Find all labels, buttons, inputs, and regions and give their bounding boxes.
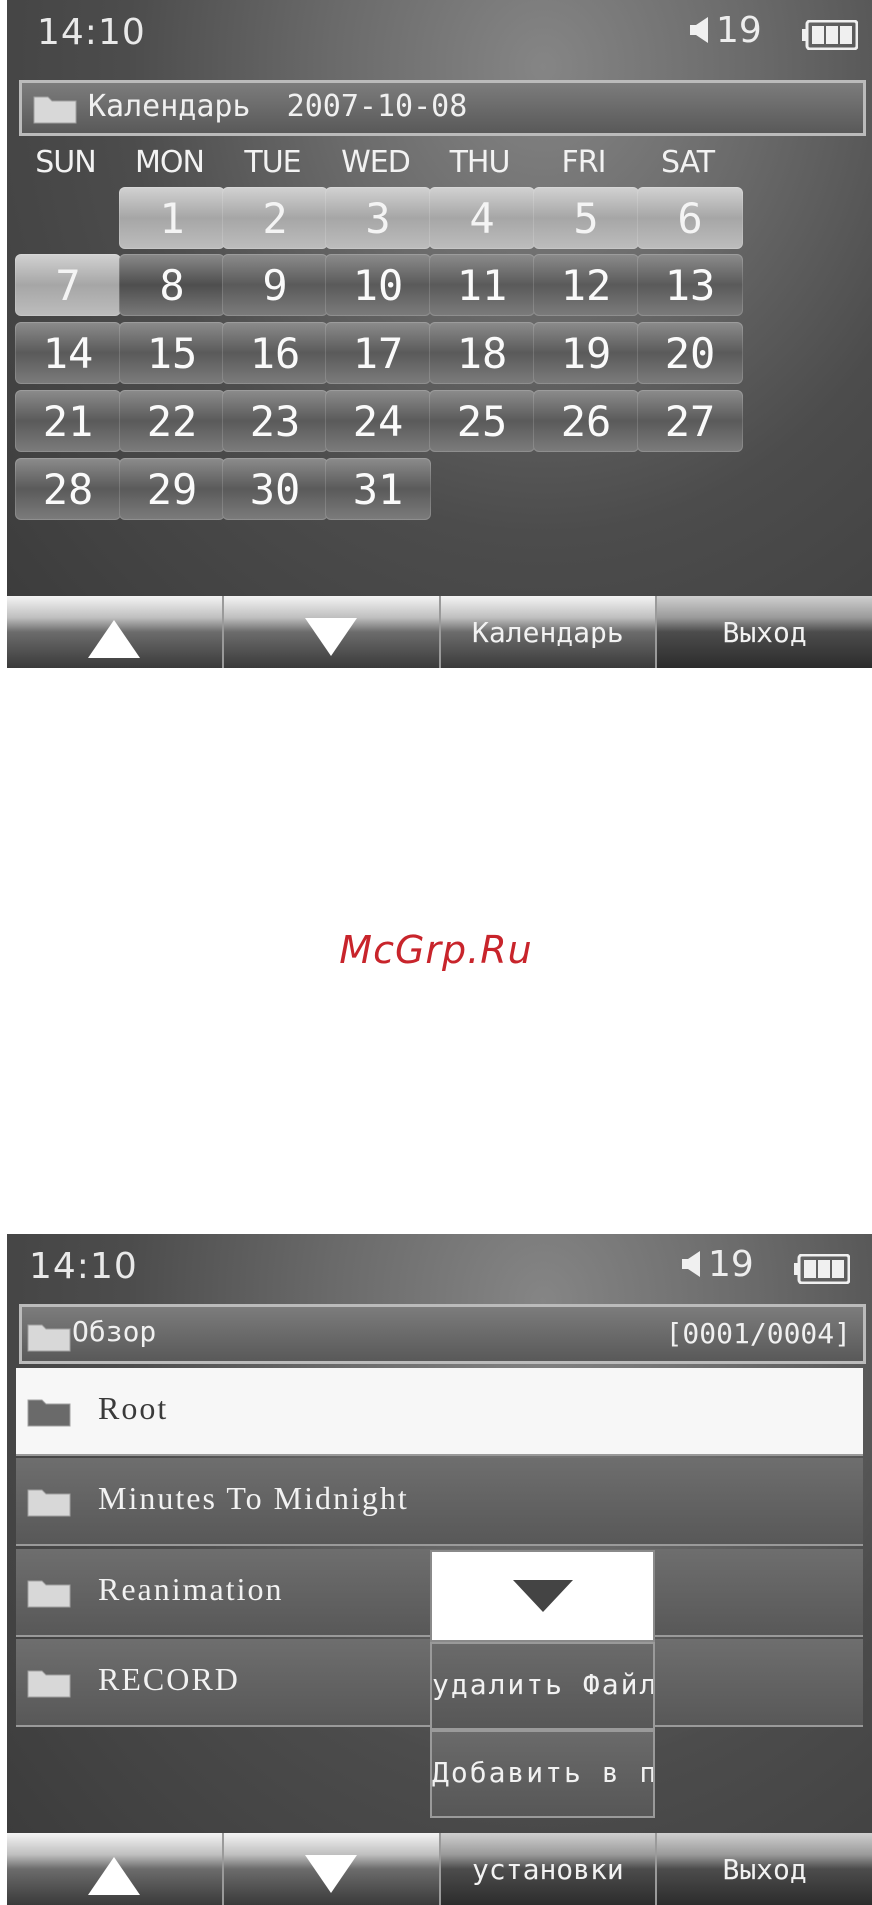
status-bar: 14:10 19 xyxy=(7,0,872,70)
calendar-button-label: Календарь xyxy=(472,615,624,649)
battery-icon xyxy=(794,1254,850,1284)
clock: 14:10 xyxy=(29,1246,138,1287)
calendar-day-28[interactable]: 28 xyxy=(15,458,121,520)
down-button[interactable] xyxy=(223,596,441,668)
calendar-day-22[interactable]: 22 xyxy=(119,390,225,452)
calendar-day-19[interactable]: 19 xyxy=(533,322,639,384)
file-name: Minutes To Midnight xyxy=(98,1480,409,1516)
calendar-day-14[interactable]: 14 xyxy=(15,322,121,384)
settings-button[interactable]: установки xyxy=(440,1833,658,1905)
calendar-day-8[interactable]: 8 xyxy=(119,254,225,316)
file-name: Reanimation xyxy=(98,1571,284,1607)
volume-indicator: 19 xyxy=(682,1243,754,1285)
calendar-day-17[interactable]: 17 xyxy=(325,322,431,384)
menu-item-add-playlist[interactable]: Добавить в плейлист xyxy=(430,1730,655,1818)
triangle-down-icon xyxy=(305,618,358,656)
calendar-day-26[interactable]: 26 xyxy=(533,390,639,452)
weekday-label: SUN xyxy=(35,145,96,180)
clock: 14:10 xyxy=(37,12,146,53)
folder-icon xyxy=(33,96,77,124)
calendar-day-3[interactable]: 3 xyxy=(325,187,431,249)
calendar-day-24[interactable]: 24 xyxy=(325,390,431,452)
status-bar: 14:10 19 xyxy=(7,1234,872,1304)
context-menu: удалить Файл Добавить в плейлист xyxy=(430,1550,655,1820)
calendar-day-18[interactable]: 18 xyxy=(429,322,535,384)
menu-item-label: удалить Файл xyxy=(432,1668,655,1701)
calendar-day-6[interactable]: 6 xyxy=(637,187,743,249)
calendar-day-12[interactable]: 12 xyxy=(533,254,639,316)
calendar-day-13[interactable]: 13 xyxy=(637,254,743,316)
file-row[interactable]: Minutes To Midnight xyxy=(16,1458,863,1546)
volume-level: 19 xyxy=(708,1243,754,1285)
calendar-day-7[interactable]: 7 xyxy=(15,254,121,316)
softkey-bar: Календарь Выход xyxy=(7,596,872,668)
triangle-down-icon xyxy=(305,1855,358,1893)
settings-button-label: установки xyxy=(472,1852,624,1886)
item-counter: [0001/0004] xyxy=(665,1317,851,1350)
volume-indicator: 19 xyxy=(690,9,762,51)
page-title: Обзор xyxy=(72,1315,157,1348)
title-bar: Обзор [0001/0004] xyxy=(19,1304,866,1364)
calendar-day-11[interactable]: 11 xyxy=(429,254,535,316)
weekday-label: SAT xyxy=(660,145,715,180)
triangle-up-icon xyxy=(88,1857,141,1895)
calendar-day-16[interactable]: 16 xyxy=(222,322,328,384)
exit-button-label: Выход xyxy=(722,1852,807,1886)
calendar-day-5[interactable]: 5 xyxy=(533,187,639,249)
speaker-icon xyxy=(682,1251,700,1277)
folder-icon xyxy=(27,1489,71,1517)
up-button[interactable] xyxy=(7,596,224,668)
browser-screen: 14:10 19 Обзор [0001/0004] Root Minutes T… xyxy=(7,1234,872,1905)
calendar-day-2[interactable]: 2 xyxy=(222,187,328,249)
calendar-button[interactable]: Календарь xyxy=(440,596,658,668)
down-button[interactable] xyxy=(223,1833,441,1905)
weekday-label: TUE xyxy=(244,145,301,180)
calendar-day-30[interactable]: 30 xyxy=(222,458,328,520)
file-name: RECORD xyxy=(98,1661,240,1697)
menu-item-label: Добавить в плейлист xyxy=(432,1756,653,1789)
exit-button[interactable]: Выход xyxy=(657,596,872,668)
calendar-day-10[interactable]: 10 xyxy=(325,254,431,316)
calendar-day-9[interactable]: 9 xyxy=(222,254,328,316)
triangle-down-icon xyxy=(512,1580,573,1612)
folder-icon xyxy=(27,1324,71,1352)
triangle-up-icon xyxy=(88,620,141,658)
menu-item-delete[interactable]: удалить Файл xyxy=(430,1642,655,1730)
calendar-day-27[interactable]: 27 xyxy=(637,390,743,452)
file-name: Root xyxy=(98,1390,169,1426)
title-bar: Календарь 2007-10-08 xyxy=(19,80,866,136)
calendar-day-4[interactable]: 4 xyxy=(429,187,535,249)
page-title: Календарь 2007-10-08 xyxy=(88,89,468,124)
calendar-screen: 14:10 19 Календарь 2007-10-08 SUN MON TUE W… xyxy=(7,0,872,668)
weekday-label: MON xyxy=(135,145,205,180)
battery-icon xyxy=(802,20,858,50)
calendar-day-25[interactable]: 25 xyxy=(429,390,535,452)
calendar-day-15[interactable]: 15 xyxy=(119,322,225,384)
softkey-bar: установки Выход xyxy=(7,1833,872,1905)
up-button[interactable] xyxy=(7,1833,224,1905)
calendar-day-20[interactable]: 20 xyxy=(637,322,743,384)
watermark: McGrp.Ru xyxy=(339,928,533,972)
file-row[interactable]: Root xyxy=(16,1368,863,1456)
exit-button[interactable]: Выход xyxy=(657,1833,872,1905)
calendar-day-1[interactable]: 1 xyxy=(119,187,225,249)
menu-scroll-button[interactable] xyxy=(430,1550,655,1642)
exit-button-label: Выход xyxy=(722,615,807,649)
weekday-label: WED xyxy=(341,145,411,180)
calendar-day-29[interactable]: 29 xyxy=(119,458,225,520)
calendar-day-31[interactable]: 31 xyxy=(325,458,431,520)
folder-icon xyxy=(27,1399,71,1427)
speaker-icon xyxy=(690,17,708,43)
calendar-day-23[interactable]: 23 xyxy=(222,390,328,452)
folder-icon xyxy=(27,1670,71,1698)
folder-icon xyxy=(27,1580,71,1608)
weekday-label: FRI xyxy=(561,145,607,180)
volume-level: 19 xyxy=(716,9,762,51)
weekday-label: THU xyxy=(449,145,511,180)
calendar-day-21[interactable]: 21 xyxy=(15,390,121,452)
